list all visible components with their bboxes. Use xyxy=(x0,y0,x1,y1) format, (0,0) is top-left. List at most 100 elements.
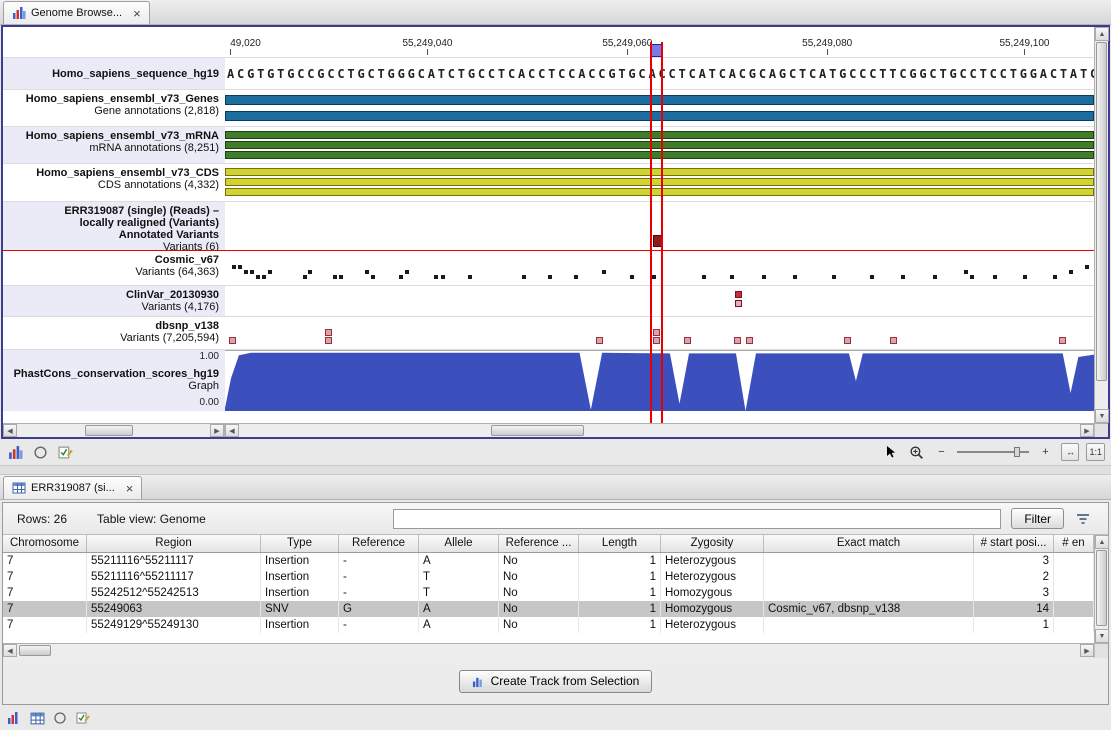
table-cell xyxy=(764,617,974,633)
table-view: Rows: 26 Table view: Genome Filter Chrom… xyxy=(2,502,1109,705)
create-track-button[interactable]: Create Track from Selection xyxy=(459,670,653,693)
column-header[interactable]: Exact match xyxy=(764,535,974,552)
tab-title: ERR319087 (si... xyxy=(31,482,115,494)
column-header[interactable]: # start posi... xyxy=(974,535,1054,552)
track-name: locally realigned (Variants) xyxy=(5,217,219,229)
column-header[interactable]: Chromosome xyxy=(3,535,87,552)
edit-checklist-icon[interactable] xyxy=(74,709,92,727)
edit-checklist-icon[interactable] xyxy=(56,443,74,461)
hscroll-thumb[interactable] xyxy=(85,425,133,436)
cursor-tool-icon[interactable] xyxy=(882,443,900,461)
table-cell: A xyxy=(419,553,499,569)
variant-mark xyxy=(250,270,254,274)
circle-view-icon[interactable] xyxy=(31,443,49,461)
column-header[interactable]: Region xyxy=(87,535,261,552)
table-icon xyxy=(12,481,26,495)
phastcons-area xyxy=(225,353,1094,411)
mrna-annotation-bar xyxy=(225,141,1094,149)
zoom-one-to-one-icon[interactable]: 1:1 xyxy=(1086,443,1105,461)
table-cell: 3 xyxy=(974,553,1054,569)
browser-vertical-scrollbar[interactable]: ▲ ▼ xyxy=(1094,27,1108,423)
fit-width-icon[interactable]: ↔ xyxy=(1061,443,1079,461)
zoom-slider[interactable] xyxy=(957,445,1029,459)
column-header[interactable]: # en xyxy=(1054,535,1094,552)
vscroll-thumb[interactable] xyxy=(1096,550,1107,626)
zoom-tool-icon[interactable] xyxy=(907,443,925,461)
column-header[interactable]: Reference xyxy=(339,535,419,552)
filter-button[interactable]: Filter xyxy=(1011,508,1064,529)
column-header[interactable]: Reference ... xyxy=(499,535,579,552)
track-clinvar[interactable]: ClinVar_20130930 Variants (4,176) xyxy=(3,285,1094,316)
track-cosmic[interactable]: Cosmic_v67 Variants (64,363) xyxy=(3,251,1094,285)
scroll-down-icon[interactable]: ▼ xyxy=(1095,629,1109,643)
variant-mark xyxy=(964,270,968,274)
zoom-slider-thumb[interactable] xyxy=(1014,447,1020,457)
track-genes[interactable]: Homo_sapiens_ensembl_v73_Genes Gene anno… xyxy=(3,89,1094,126)
track-subtitle: Variants (6) xyxy=(5,241,219,250)
table-row[interactable]: 755242512^55242513Insertion-TNo1Homozygo… xyxy=(3,585,1094,601)
track-hscrollbar[interactable]: ◀ ▶ xyxy=(225,424,1094,437)
variant-mark xyxy=(933,275,937,279)
variant-mark xyxy=(832,275,836,279)
column-header[interactable]: Allele xyxy=(419,535,499,552)
pane-divider[interactable] xyxy=(0,465,1111,475)
scroll-up-icon[interactable]: ▲ xyxy=(1095,535,1109,549)
hscroll-thumb[interactable] xyxy=(19,645,51,656)
track-view-icon[interactable] xyxy=(6,443,24,461)
scroll-left-icon[interactable]: ◀ xyxy=(3,644,17,657)
table-cell: 1 xyxy=(579,601,661,617)
scroll-left-icon[interactable]: ◀ xyxy=(3,424,17,437)
filter-settings-icon[interactable] xyxy=(1072,509,1094,529)
table-cell: 55211116^55211117 xyxy=(87,553,261,569)
track-phastcons[interactable]: 1.00 PhastCons_conservation_scores_hg19 … xyxy=(3,349,1094,411)
table-body: 755211116^55211117Insertion-ANo1Heterozy… xyxy=(3,553,1094,643)
column-header[interactable]: Type xyxy=(261,535,339,552)
track-mrna[interactable]: Homo_sapiens_ensembl_v73_mRNA mRNA annot… xyxy=(3,126,1094,163)
variant-mark xyxy=(441,275,445,279)
ruler-scale[interactable]: 49,02055,249,04055,249,06055,249,08055,2… xyxy=(225,27,1094,57)
close-icon[interactable]: × xyxy=(126,483,134,494)
circle-view-icon[interactable] xyxy=(51,709,69,727)
table-cell xyxy=(1054,569,1094,585)
close-icon[interactable]: × xyxy=(133,8,141,19)
label-hscrollbar[interactable]: ◀ ▶ xyxy=(3,424,225,437)
scroll-up-icon[interactable]: ▲ xyxy=(1095,27,1109,41)
table-row[interactable]: 755211116^55211117Insertion-ANo1Heterozy… xyxy=(3,553,1094,569)
track-sequence[interactable]: Homo_sapiens_sequence_hg19 ACGTGTGCCGCCT… xyxy=(3,57,1094,89)
scroll-right-icon[interactable]: ▶ xyxy=(210,424,224,437)
scroll-down-icon[interactable]: ▼ xyxy=(1095,409,1109,423)
track-dbsnp[interactable]: dbsnp_v138 Variants (7,205,594) xyxy=(3,316,1094,349)
track-cds[interactable]: Homo_sapiens_ensembl_v73_CDS CDS annotat… xyxy=(3,163,1094,201)
scroll-right-icon[interactable]: ▶ xyxy=(1080,644,1094,657)
table-row[interactable]: 755249063SNVGANo1HomozygousCosmic_v67, d… xyxy=(3,601,1094,617)
table-actions: Create Track from Selection xyxy=(3,658,1108,704)
top-tabbar: Genome Browse... × xyxy=(0,0,1111,25)
table-vertical-scrollbar[interactable]: ▲ ▼ xyxy=(1094,535,1108,643)
track-err-variants[interactable]: ERR319087 (single) (Reads) – locally rea… xyxy=(3,201,1094,251)
table-row[interactable]: 755211116^55211117Insertion-TNo1Heterozy… xyxy=(3,569,1094,585)
table-header: ChromosomeRegionTypeReferenceAlleleRefer… xyxy=(3,535,1094,553)
table-row[interactable]: 755249129^55249130Insertion-ANo1Heterozy… xyxy=(3,617,1094,633)
table-hscrollbar[interactable]: ◀ ▶ xyxy=(3,644,1108,658)
variant-mark xyxy=(468,275,472,279)
variant-mark xyxy=(522,275,526,279)
scroll-left-icon[interactable]: ◀ xyxy=(225,424,239,437)
vscroll-thumb[interactable] xyxy=(1096,42,1107,381)
track-view-icon[interactable] xyxy=(5,709,23,727)
hscroll-thumb[interactable] xyxy=(491,425,584,436)
variant-mark xyxy=(268,270,272,274)
zoom-out-icon[interactable]: − xyxy=(932,443,950,461)
scroll-right-icon[interactable]: ▶ xyxy=(1080,424,1094,437)
column-header[interactable]: Length xyxy=(579,535,661,552)
tab-genome-browser[interactable]: Genome Browse... × xyxy=(3,1,150,24)
zoom-in-icon[interactable]: + xyxy=(1036,443,1054,461)
track-name: PhastCons_conservation_scores_hg19 xyxy=(5,368,219,380)
variant-mark xyxy=(339,275,343,279)
tab-variant-table[interactable]: ERR319087 (si... × xyxy=(3,476,142,499)
column-header[interactable]: Zygosity xyxy=(661,535,764,552)
filter-input[interactable] xyxy=(393,509,1001,529)
track-name: Annotated Variants xyxy=(5,229,219,241)
table-cell: No xyxy=(499,553,579,569)
table-view-icon[interactable] xyxy=(28,709,46,727)
table-cell: 2 xyxy=(974,569,1054,585)
